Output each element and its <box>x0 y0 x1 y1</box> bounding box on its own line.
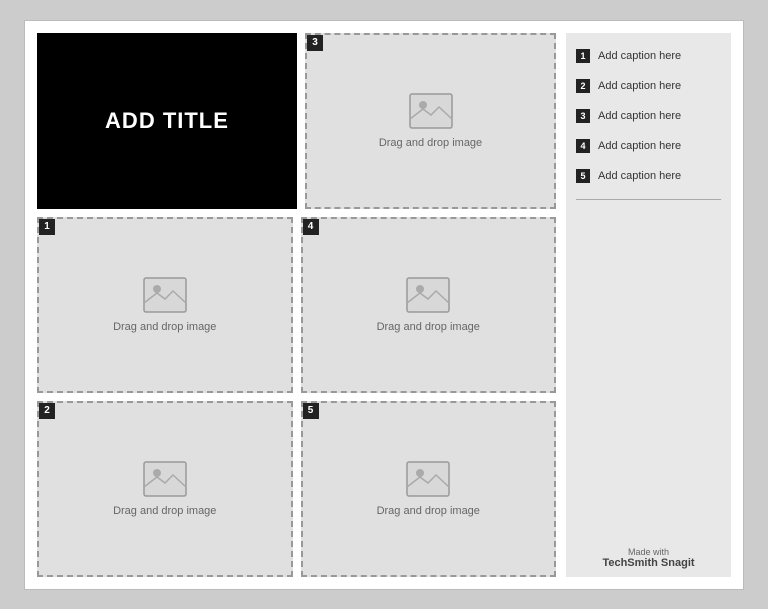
badge-4: 4 <box>303 219 319 235</box>
caption-item-4[interactable]: 4 Add caption here <box>576 131 721 161</box>
drag-label-3: Drag and drop image <box>379 137 482 149</box>
caption-text-4: Add caption here <box>598 140 681 152</box>
caption-item-3[interactable]: 3 Add caption here <box>576 101 721 131</box>
caption-item-2[interactable]: 2 Add caption here <box>576 71 721 101</box>
drag-label-4: Drag and drop image <box>377 321 480 333</box>
footer-brand: TechSmith Snagit <box>602 557 694 569</box>
image-placeholder-icon-3 <box>409 93 453 129</box>
badge-3: 3 <box>307 35 323 51</box>
image-placeholder-icon-5 <box>406 461 450 497</box>
image-box-4[interactable]: 4 Drag and drop image <box>301 217 557 393</box>
image-placeholder-icon-1 <box>143 277 187 313</box>
caption-text-3: Add caption here <box>598 110 681 122</box>
image-placeholder-icon-2 <box>143 461 187 497</box>
bottom-row: 2 Drag and drop image 5 Drag and drop im… <box>37 401 556 577</box>
caption-text-2: Add caption here <box>598 80 681 92</box>
top-row: ADD TITLE 3 Drag and drop image <box>37 33 556 209</box>
image-box-2[interactable]: 2 Drag and drop image <box>37 401 293 577</box>
main-page: ADD TITLE 3 Drag and drop image 1 <box>24 20 744 590</box>
footer-area: Made with TechSmith Snagit <box>576 543 721 569</box>
left-panel: ADD TITLE 3 Drag and drop image 1 <box>37 33 556 577</box>
caption-item-1[interactable]: 1 Add caption here <box>576 41 721 71</box>
caption-badge-2: 2 <box>576 79 590 93</box>
caption-badge-5: 5 <box>576 169 590 183</box>
divider-line <box>576 199 721 200</box>
middle-row: 1 Drag and drop image 4 Drag and drop im… <box>37 217 556 393</box>
caption-badge-1: 1 <box>576 49 590 63</box>
caption-badge-4: 4 <box>576 139 590 153</box>
drag-label-2: Drag and drop image <box>113 505 216 517</box>
drag-label-5: Drag and drop image <box>377 505 480 517</box>
drag-label-1: Drag and drop image <box>113 321 216 333</box>
image-placeholder-icon-4 <box>406 277 450 313</box>
right-panel: 1 Add caption here 2 Add caption here 3 … <box>566 33 731 577</box>
image-box-1[interactable]: 1 Drag and drop image <box>37 217 293 393</box>
title-box[interactable]: ADD TITLE <box>37 33 297 209</box>
image-box-5[interactable]: 5 Drag and drop image <box>301 401 557 577</box>
badge-1: 1 <box>39 219 55 235</box>
badge-5: 5 <box>303 403 319 419</box>
footer-made-with: Made with <box>628 547 669 557</box>
badge-2: 2 <box>39 403 55 419</box>
image-box-3[interactable]: 3 Drag and drop image <box>305 33 556 209</box>
caption-text-1: Add caption here <box>598 50 681 62</box>
caption-badge-3: 3 <box>576 109 590 123</box>
caption-text-5: Add caption here <box>598 170 681 182</box>
caption-item-5[interactable]: 5 Add caption here <box>576 161 721 191</box>
slide-title: ADD TITLE <box>105 108 229 134</box>
